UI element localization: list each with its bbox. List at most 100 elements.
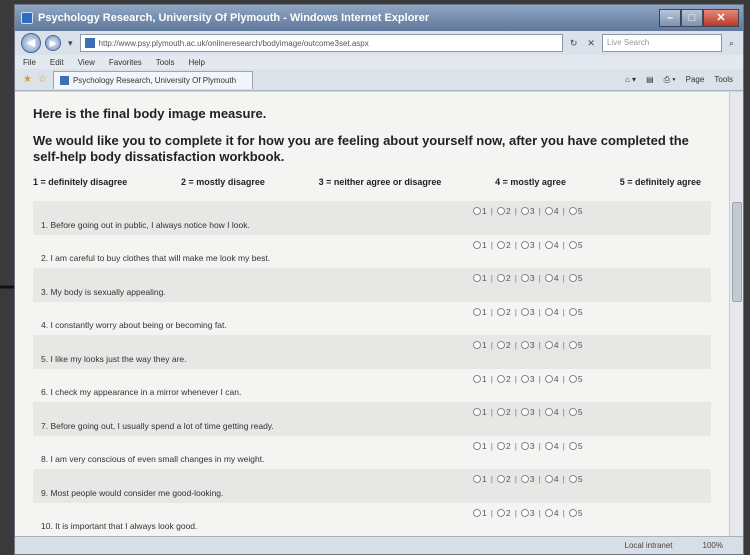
radio-button[interactable] [496, 441, 505, 450]
rating-option[interactable]: 4 [544, 340, 559, 350]
rating-option[interactable]: 3 [520, 273, 535, 283]
rating-option[interactable]: 2 [496, 374, 511, 384]
search-icon[interactable]: ⌕ [726, 38, 737, 49]
rating-option[interactable]: 1 [473, 441, 487, 451]
rating-option[interactable]: 4 [544, 240, 559, 250]
radio-button[interactable] [473, 207, 481, 215]
refresh-icon[interactable]: ↻ [567, 38, 581, 49]
rating-option[interactable]: 2 [496, 307, 511, 317]
radio-button[interactable] [544, 274, 553, 282]
rating-option[interactable]: 5 [568, 340, 583, 350]
browser-tab[interactable]: Psychology Research, University Of Plymo… [52, 70, 253, 89]
radio-button[interactable] [473, 307, 481, 316]
rating-option[interactable]: 5 [568, 240, 583, 250]
chevron-down-icon[interactable]: ▾ [65, 38, 76, 49]
add-favorites-icon[interactable]: ☆ [38, 74, 47, 85]
menu-file[interactable]: File [23, 58, 36, 67]
rating-option[interactable]: 3 [520, 206, 535, 216]
rating-option[interactable]: 4 [544, 441, 559, 451]
radio-button[interactable] [544, 441, 553, 450]
radio-button[interactable] [473, 341, 481, 349]
radio-button[interactable] [496, 240, 505, 249]
maximize-button[interactable]: □ [681, 9, 703, 27]
radio-button[interactable] [496, 274, 505, 282]
rating-option[interactable]: 2 [496, 273, 511, 283]
rating-option[interactable]: 2 [496, 206, 511, 216]
radio-button[interactable] [496, 374, 505, 383]
radio-button[interactable] [473, 441, 481, 450]
rating-option[interactable]: 1 [473, 273, 487, 283]
rating-option[interactable]: 1 [473, 407, 487, 417]
radio-button[interactable] [568, 307, 577, 316]
address-bar[interactable]: http://www.psy.plymouth.ac.uk/onlinerese… [79, 34, 563, 52]
rating-option[interactable]: 1 [473, 340, 487, 350]
rating-option[interactable]: 4 [544, 508, 559, 518]
page-menu[interactable]: Page [686, 75, 705, 85]
radio-button[interactable] [520, 508, 529, 517]
rating-option[interactable]: 5 [568, 441, 583, 451]
rating-option[interactable]: 2 [496, 407, 511, 417]
rating-option[interactable]: 3 [520, 508, 535, 518]
rating-option[interactable]: 1 [473, 206, 487, 216]
radio-button[interactable] [496, 408, 505, 416]
radio-button[interactable] [568, 374, 577, 383]
radio-button[interactable] [520, 341, 529, 349]
radio-button[interactable] [520, 240, 529, 249]
radio-button[interactable] [473, 374, 481, 383]
radio-button[interactable] [520, 408, 529, 416]
radio-button[interactable] [568, 341, 577, 349]
rating-option[interactable]: 4 [544, 273, 559, 283]
radio-button[interactable] [568, 274, 577, 282]
rating-option[interactable]: 1 [473, 474, 487, 484]
rating-option[interactable]: 4 [544, 474, 559, 484]
radio-button[interactable] [520, 207, 529, 215]
radio-button[interactable] [473, 274, 481, 282]
rating-option[interactable]: 1 [473, 240, 487, 250]
rating-option[interactable]: 5 [568, 206, 583, 216]
radio-button[interactable] [520, 274, 529, 282]
radio-button[interactable] [544, 508, 553, 517]
feeds-icon[interactable]: ▤ [646, 75, 654, 85]
radio-button[interactable] [568, 408, 577, 416]
radio-button[interactable] [496, 307, 505, 316]
stop-icon[interactable]: ✕ [584, 38, 598, 49]
radio-button[interactable] [544, 341, 553, 349]
vertical-scrollbar[interactable] [729, 92, 743, 536]
radio-button[interactable] [544, 207, 553, 215]
rating-option[interactable]: 4 [544, 407, 559, 417]
radio-button[interactable] [544, 374, 553, 383]
print-icon[interactable]: ⎙ ▾ [664, 75, 676, 85]
rating-option[interactable]: 2 [496, 240, 511, 250]
rating-option[interactable]: 3 [520, 240, 535, 250]
forward-button[interactable]: ▶ [45, 35, 61, 51]
rating-option[interactable]: 1 [473, 374, 487, 384]
favorites-star-icon[interactable]: ★ [23, 74, 32, 85]
radio-button[interactable] [520, 441, 529, 450]
rating-option[interactable]: 4 [544, 206, 559, 216]
rating-option[interactable]: 5 [568, 508, 583, 518]
menu-favorites[interactable]: Favorites [109, 58, 142, 67]
radio-button[interactable] [544, 475, 553, 483]
rating-option[interactable]: 1 [473, 508, 487, 518]
radio-button[interactable] [568, 240, 577, 249]
radio-button[interactable] [496, 508, 505, 517]
tools-menu[interactable]: Tools [714, 75, 733, 85]
rating-option[interactable]: 3 [520, 307, 535, 317]
radio-button[interactable] [568, 508, 577, 517]
rating-option[interactable]: 2 [496, 508, 511, 518]
radio-button[interactable] [544, 307, 553, 316]
home-icon[interactable]: ⌂ ▾ [625, 75, 636, 85]
rating-option[interactable]: 2 [496, 340, 511, 350]
menu-view[interactable]: View [78, 58, 95, 67]
radio-button[interactable] [520, 475, 529, 483]
rating-option[interactable]: 4 [544, 374, 559, 384]
radio-button[interactable] [520, 307, 529, 316]
rating-option[interactable]: 5 [568, 407, 583, 417]
radio-button[interactable] [473, 475, 481, 483]
menu-help[interactable]: Help [188, 58, 204, 67]
radio-button[interactable] [496, 475, 505, 483]
zoom-level[interactable]: 100% [703, 541, 723, 550]
scrollbar-thumb[interactable] [732, 202, 742, 302]
rating-option[interactable]: 3 [520, 340, 535, 350]
radio-button[interactable] [520, 374, 529, 383]
